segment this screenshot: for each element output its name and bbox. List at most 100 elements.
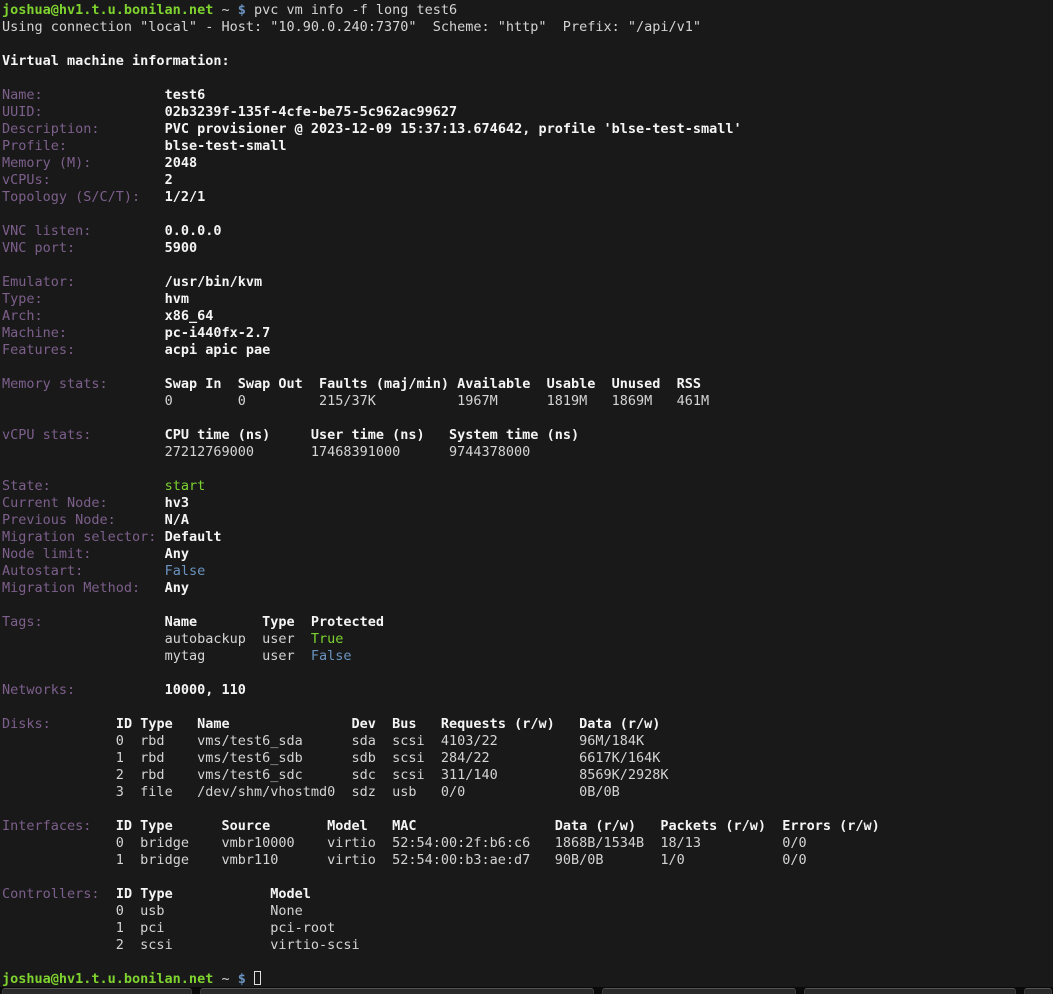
kv-name: Name: test6 [2, 87, 1051, 104]
disk-row-0-seg-1: 0 rbd vms/test6_sda sda scsi 4103/22 96M… [116, 733, 644, 749]
disk-row-2-seg-0 [2, 767, 116, 783]
vcpu-stats-header: vCPU stats: CPU time (ns) User time (ns)… [2, 427, 1051, 444]
kv-state-seg-0: State: [2, 478, 51, 494]
disks-header: Disks: ID Type Name Dev Bus Requests (r/… [2, 716, 1051, 733]
blank-line [2, 461, 1051, 478]
controllers-header-seg-2: ID Type Model [116, 886, 311, 902]
kv-current-node-seg-2: hv3 [165, 495, 189, 511]
tag-row-autobackup-seg-2: True [311, 631, 344, 647]
interface-row-1-seg-1: 1 bridge vmbr110 virtio 52:54:00:b3:ae:d… [116, 852, 807, 868]
taskbar-window-segment-0[interactable] [2, 988, 192, 994]
disk-row-0-seg-0 [2, 733, 116, 749]
disk-row-1-seg-0 [2, 750, 116, 766]
interfaces-header: Interfaces: ID Type Source Model MAC Dat… [2, 818, 1051, 835]
vcpu-stats-header-seg-1 [91, 427, 164, 443]
kv-autostart-seg-2: False [165, 563, 206, 579]
kv-emulator-seg-0: Emulator: [2, 274, 75, 290]
connection-info-line: Using connection "local" - Host: "10.90.… [2, 19, 1051, 36]
terminal-window: { "palette": { "background": "#191919", … [0, 0, 1053, 994]
kv-networks-seg-2: 10000, 110 [165, 682, 246, 698]
terminal-screen[interactable]: joshua@hv1.t.u.bonilan.net ~ $ pvc vm in… [2, 2, 1051, 988]
kv-topology-seg-1 [140, 189, 164, 205]
tag-row-autobackup-seg-1: autobackup user [165, 631, 311, 647]
kv-networks-seg-0: Networks: [2, 682, 75, 698]
kv-autostart-seg-0: Autostart: [2, 563, 83, 579]
kv-profile-seg-2: blse-test-small [165, 138, 287, 154]
prompt-command-line: joshua@hv1.t.u.bonilan.net ~ $ pvc vm in… [2, 2, 1051, 19]
prompt-line-cursor-seg-2: $ [238, 971, 246, 987]
kv-migration-selector-seg-1 [156, 529, 164, 545]
controller-row-1-seg-0 [2, 920, 116, 936]
kv-type: Type: hvm [2, 291, 1051, 308]
controllers-header: Controllers: ID Type Model [2, 886, 1051, 903]
blank-line [2, 36, 1051, 53]
blank-line [2, 801, 1051, 818]
kv-state: State: start [2, 478, 1051, 495]
interfaces-header-seg-2: ID Type Source Model MAC Data (r/w) Pack… [116, 818, 880, 834]
taskbar-window-segment-4[interactable] [1024, 988, 1052, 994]
kv-vnc-listen: VNC listen: 0.0.0.0 [2, 223, 1051, 240]
kv-vnc-listen-seg-0: VNC listen: [2, 223, 91, 239]
kv-vnc-listen-seg-2: 0.0.0.0 [165, 223, 222, 239]
kv-arch-seg-0: Arch: [2, 308, 43, 324]
kv-name-seg-0: Name: [2, 87, 43, 103]
blank-line [2, 699, 1051, 716]
kv-type-seg-2: hvm [165, 291, 189, 307]
memory-stats-values: 0 0 215/37K 1967M 1819M 1869M 461M [2, 393, 1051, 410]
kv-current-node: Current Node: hv3 [2, 495, 1051, 512]
kv-migration-method: Migration Method: Any [2, 580, 1051, 597]
taskbar-window-segment-1[interactable] [200, 988, 594, 994]
tag-row-mytag: mytag user False [2, 648, 1051, 665]
kv-vcpus-seg-1 [51, 172, 165, 188]
kv-autostart-seg-1 [83, 563, 164, 579]
prompt-command-line-seg-2: $ [238, 2, 246, 18]
tags-header-seg-2: Name Type Protected [165, 614, 384, 630]
kv-migration-method-seg-2: Any [165, 580, 189, 596]
kv-topology-seg-0: Topology (S/C/T): [2, 189, 140, 205]
interface-row-0-seg-1: 0 bridge vmbr10000 virtio 52:54:00:2f:b6… [116, 835, 807, 851]
kv-profile-seg-1 [67, 138, 165, 154]
memory-stats-values-seg-0 [2, 393, 165, 409]
kv-current-node-seg-1 [108, 495, 165, 511]
kv-state-seg-1 [51, 478, 165, 494]
vcpu-stats-values-seg-1: 27212769000 17468391000 9744378000 [165, 444, 531, 460]
blank-line [2, 70, 1051, 87]
blank-line [2, 359, 1051, 376]
kv-emulator-seg-2: /usr/bin/kvm [165, 274, 263, 290]
vcpu-stats-values-seg-0 [2, 444, 165, 460]
kv-machine-seg-1 [67, 325, 165, 341]
kv-previous-node-seg-2: N/A [165, 512, 189, 528]
kv-vnc-port: VNC port: 5900 [2, 240, 1051, 257]
kv-emulator: Emulator: /usr/bin/kvm [2, 274, 1051, 291]
controller-row-2-seg-1: 2 scsi virtio-scsi [116, 937, 360, 953]
memory-stats-header-seg-2: Swap In Swap Out Faults (maj/min) Availa… [165, 376, 701, 392]
blank-line [2, 597, 1051, 614]
disks-header-seg-1 [51, 716, 116, 732]
taskbar-window-segment-3[interactable] [804, 988, 1016, 994]
tag-row-mytag-seg-1: mytag user [165, 648, 311, 664]
taskbar-window-segment-2[interactable] [602, 988, 796, 994]
kv-emulator-seg-1 [75, 274, 164, 290]
kv-features-seg-2: acpi apic pae [165, 342, 271, 358]
interfaces-header-seg-1 [91, 818, 115, 834]
kv-memory-seg-1 [91, 155, 164, 171]
kv-previous-node: Previous Node: N/A [2, 512, 1051, 529]
controller-row-1-seg-1: 1 pci pci-root [116, 920, 335, 936]
kv-vnc-port-seg-1 [75, 240, 164, 256]
kv-previous-node-seg-0: Previous Node: [2, 512, 116, 528]
kv-memory-seg-0: Memory (M): [2, 155, 91, 171]
kv-vnc-port-seg-2: 5900 [165, 240, 198, 256]
kv-machine-seg-0: Machine: [2, 325, 67, 341]
prompt-line-cursor-seg-1: ~ [213, 971, 237, 987]
kv-description-seg-2: PVC provisioner @ 2023-12-09 15:37:13.67… [165, 121, 742, 137]
vcpu-stats-values: 27212769000 17468391000 9744378000 [2, 444, 1051, 461]
interface-row-1-seg-0 [2, 852, 116, 868]
disk-row-3: 3 file /dev/shm/vhostmd0 sdz usb 0/0 0B/… [2, 784, 1051, 801]
terminal-cursor [254, 971, 261, 985]
section-title-line-seg-0: Virtual machine information: [2, 53, 230, 69]
memory-stats-values-seg-1: 0 0 215/37K 1967M 1819M 1869M 461M [165, 393, 710, 409]
connection-info-line-seg-0: Using connection "local" - Host: "10.90.… [2, 19, 701, 35]
kv-name-seg-1 [43, 87, 165, 103]
kv-uuid-seg-2: 02b3239f-135f-4cfe-be75-5c962ac99627 [165, 104, 458, 120]
kv-vnc-port-seg-0: VNC port: [2, 240, 75, 256]
